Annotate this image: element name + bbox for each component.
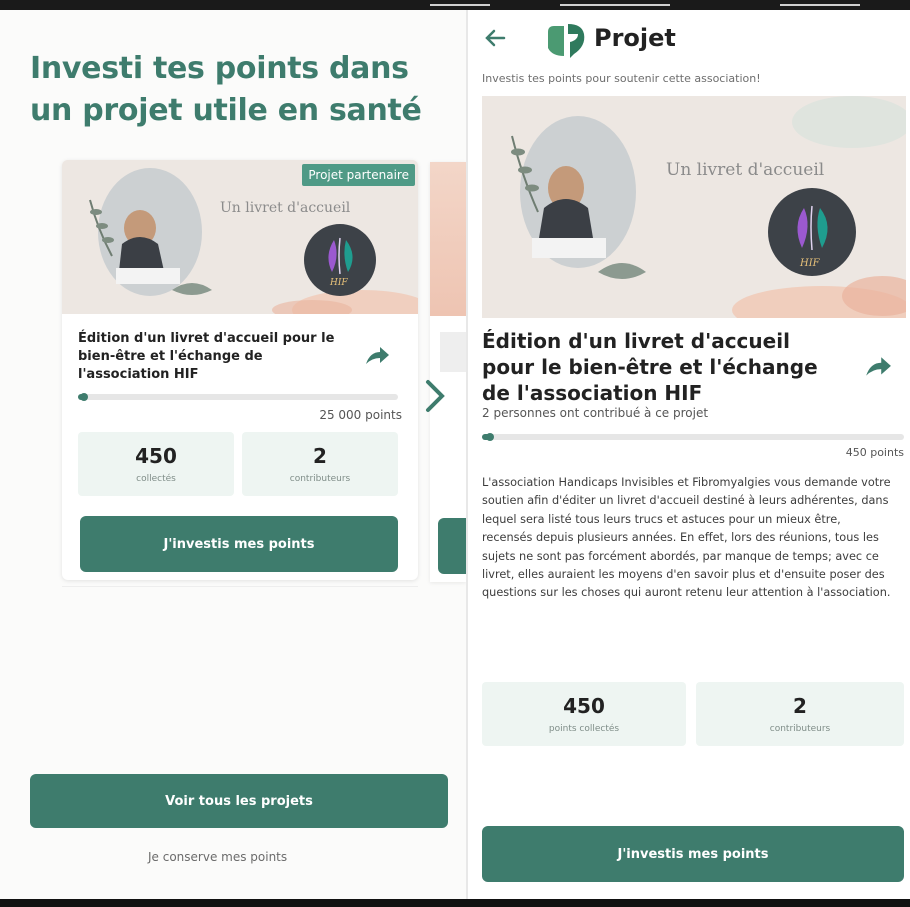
stat-value: 450	[135, 444, 177, 468]
stat-value: 2	[313, 444, 327, 468]
share-icon[interactable]	[364, 346, 390, 371]
image-caption: Un livret d'accueil	[220, 200, 351, 216]
app-logo-icon	[544, 20, 588, 64]
stat-value: 2	[793, 694, 807, 718]
status-segment	[430, 4, 490, 6]
next-project-card[interactable]	[430, 162, 466, 582]
invest-button[interactable]: J'investis mes points	[80, 516, 398, 572]
page-title: Investi tes points dans un projet utile …	[30, 51, 422, 128]
header-title: Projet	[594, 24, 676, 52]
stat-label: collectés	[136, 474, 176, 484]
progress-dot	[79, 393, 88, 401]
contributors-text: 2 personnes ont contribué à ce projet	[482, 406, 709, 420]
project-image: Un livret d'accueil HIF	[482, 96, 906, 318]
project-title: Édition d'un livret d'accueil pour le bi…	[482, 329, 818, 405]
partner-badge: Projet partenaire	[302, 164, 415, 186]
project-illustration	[482, 96, 906, 318]
invest-button[interactable]: J'investis mes points	[482, 826, 904, 882]
goal-points: 25 000 points	[319, 408, 402, 422]
see-all-projects-button[interactable]: Voir tous les projets	[30, 774, 448, 828]
project-detail-screen: Projet Investis tes points pour soutenir…	[468, 10, 910, 899]
next-project-button	[438, 518, 466, 574]
image-logo-text: HIF	[330, 278, 348, 288]
projects-overview-screen: Investi tes points dans un projet utile …	[0, 10, 466, 899]
stat-label: points collectés	[548, 724, 620, 734]
project-card[interactable]: Un livret d'accueil HIF Projet partenair…	[62, 160, 418, 580]
progress-bar	[78, 393, 398, 401]
project-image: Un livret d'accueil HIF Projet partenair…	[62, 160, 418, 314]
project-description: L'association Handicaps Invisibles et Fi…	[482, 476, 891, 600]
stat-contributors: 2 contributeurs	[242, 432, 398, 496]
next-project-title-placeholder	[440, 332, 466, 372]
stat-label: contributeurs	[289, 474, 351, 484]
stat-collected: 450 points collectés	[482, 682, 686, 746]
status-bar	[0, 0, 910, 10]
progress-bar	[482, 433, 904, 441]
image-logo-text: HIF	[800, 258, 820, 269]
status-segment	[560, 4, 670, 6]
goal-points: 450 points	[845, 446, 904, 459]
image-caption: Un livret d'accueil	[666, 160, 825, 180]
next-project-image	[430, 162, 466, 316]
stat-contributors: 2 contributeurs	[696, 682, 904, 746]
status-segment	[780, 4, 860, 6]
bottom-bar	[0, 899, 910, 907]
share-icon[interactable]	[864, 356, 892, 382]
keep-points-link[interactable]: Je conserve mes points	[148, 850, 287, 864]
stat-collected: 450 collectés	[78, 432, 234, 496]
header-subtitle: Investis tes points pour soutenir cette …	[482, 72, 761, 85]
progress-dot	[485, 433, 494, 441]
divider	[62, 586, 418, 587]
project-title: Édition d'un livret d'accueil pour le bi…	[78, 331, 335, 382]
stat-label: contributeurs	[769, 724, 831, 734]
back-arrow-icon[interactable]	[484, 28, 506, 54]
chevron-right-icon[interactable]	[424, 378, 448, 423]
stat-value: 450	[563, 694, 605, 718]
